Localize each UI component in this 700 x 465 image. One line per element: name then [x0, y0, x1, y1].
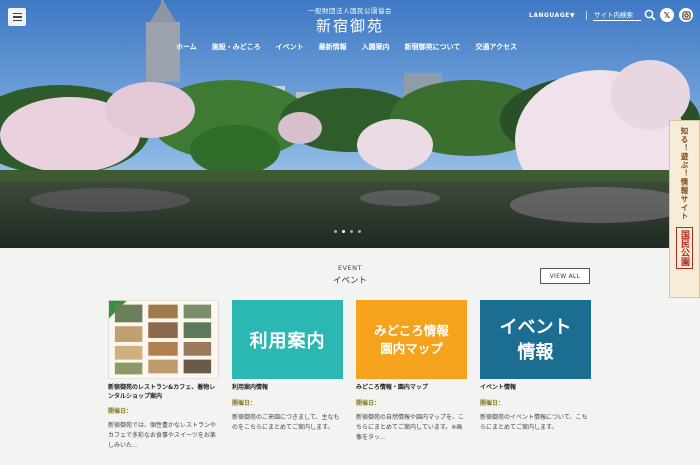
card-thumbnail[interactable]: イベント 情報 [480, 300, 591, 379]
event-card[interactable]: みどころ情報 園内マップ みどころ情報・園内マップ 開催日： 新宿御苑の自然情報… [356, 300, 467, 443]
instagram-icon[interactable] [679, 8, 693, 22]
language-selector[interactable]: LANGUAGE [529, 12, 570, 19]
card-date: 開催日： [356, 399, 381, 407]
slider-dot[interactable] [358, 230, 361, 233]
card-title[interactable]: 新宿御苑のレストラン&カフェ、着物レンタルショップ案内 [108, 384, 219, 401]
restaurant-collage-image [109, 300, 218, 379]
search-icon[interactable] [644, 9, 656, 21]
nav-facilities[interactable]: 施設・みどころ [212, 42, 261, 52]
slider-dot[interactable] [334, 230, 337, 233]
view-all-button[interactable]: VIEW ALL [540, 268, 590, 284]
section-title-en: EVENT [338, 264, 362, 272]
nav-admission[interactable]: 入園案内 [362, 42, 390, 52]
event-card[interactable]: イベント 情報 イベント情報 開催日： 新宿御苑のイベント情報について、こちらに… [480, 300, 591, 433]
card-thumbnail[interactable] [108, 300, 219, 379]
event-card[interactable]: 利用案内 利用案内情報 開催日： 新宿御苑のご来園につきまして、主なものをこちら… [232, 300, 343, 433]
card-description: 新宿御苑の自然情報や園内マップを、こちらにまとめてご案内しています。※画像をタッ… [356, 413, 465, 441]
card-date: 開催日： [108, 408, 133, 415]
card-title[interactable]: イベント情報 [480, 384, 591, 393]
nav-news[interactable]: 最新情報 [319, 42, 347, 52]
nav-events[interactable]: イベント [276, 42, 304, 52]
slider-dots [334, 230, 361, 233]
card-date: 開催日： [480, 399, 505, 407]
card-description: 新宿御苑のご来園につきまして、主なものをこちらにまとめてご案内します。 [232, 413, 340, 431]
global-nav: ホーム 施設・みどころ イベント 最新情報 入園案内 新宿御苑について 交通アク… [176, 42, 532, 52]
side-banner-seal: 国民公園 [676, 226, 693, 269]
card-date: 開催日： [232, 399, 257, 407]
nav-access[interactable]: 交通アクセス [475, 42, 517, 52]
search-input[interactable] [593, 9, 641, 21]
divider [586, 11, 587, 20]
card-title[interactable]: みどころ情報・園内マップ [356, 384, 467, 393]
card-thumbnail[interactable]: 利用案内 [232, 300, 343, 379]
card-title[interactable]: 利用案内情報 [232, 384, 343, 393]
slider-dot-active[interactable] [342, 230, 345, 233]
card-description: 新宿御苑では、個性豊かなレストランやカフェで多彩なお食事やスイーツをお楽しみいた… [108, 422, 217, 449]
nav-about[interactable]: 新宿御苑について [405, 42, 461, 52]
side-banner-text: 知る！遊ぶ！情報サイト [680, 127, 689, 221]
nav-home[interactable]: ホーム [176, 42, 197, 52]
card-thumbnail[interactable]: みどころ情報 園内マップ [356, 300, 467, 379]
event-card[interactable]: 新宿御苑のレストラン&カフェ、着物レンタルショップ案内 開催日： 新宿御苑では、… [108, 300, 219, 451]
section-title: イベント [332, 276, 367, 286]
chevron-down-icon[interactable]: ▼ [570, 12, 575, 19]
card-description: 新宿御苑のイベント情報について、こちらにまとめてご案内します。 [480, 413, 588, 431]
slider-dot[interactable] [350, 230, 353, 233]
x-icon[interactable]: 𝕏 [660, 8, 674, 22]
hero-slider[interactable]: 一般財団法人国民公園協会 新宿御苑 ホーム 施設・みどころ イベント 最新情報 … [0, 0, 700, 248]
hero-image [0, 0, 700, 248]
